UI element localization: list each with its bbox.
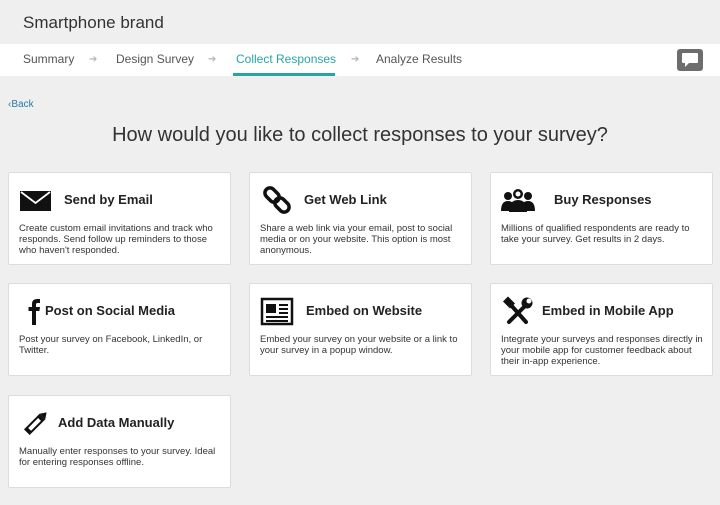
option-card-embed-in-mobile-app[interactable]: Embed in Mobile App Integrate your surve… [490, 283, 713, 376]
card-description: Embed your survey on your website or a l… [260, 334, 458, 356]
active-step-indicator [233, 73, 335, 76]
newspaper-icon [260, 297, 294, 326]
arrow-right-icon: ➔ [89, 54, 98, 65]
card-title: Get Web Link [304, 192, 387, 207]
option-card-post-on-social-media[interactable]: Post on Social Media Post your survey on… [8, 283, 231, 376]
card-description: Manually enter responses to your survey.… [19, 446, 216, 468]
option-card-buy-responses[interactable]: Buy Responses Millions of qualified resp… [490, 172, 713, 265]
nav-step-design-survey[interactable]: Design Survey [116, 52, 194, 66]
card-description: Post your survey on Facebook, LinkedIn, … [19, 334, 203, 356]
feedback-button[interactable] [677, 49, 703, 71]
envelope-icon [20, 191, 51, 211]
link-icon [263, 186, 291, 214]
card-description: Create custom email invitations and trac… [19, 223, 213, 256]
option-card-get-web-link[interactable]: Get Web Link Share a web link via your e… [249, 172, 472, 265]
option-card-add-data-manually[interactable]: Add Data Manually Manually enter respons… [8, 395, 231, 488]
arrow-right-icon: ➔ [208, 54, 217, 65]
card-title: Embed in Mobile App [542, 303, 674, 318]
back-link[interactable]: ‹Back [8, 99, 34, 110]
card-description: Integrate your surveys and responses dir… [501, 334, 703, 367]
people-icon [501, 189, 535, 212]
brand-title: Smartphone brand [23, 13, 164, 32]
card-title: Embed on Website [306, 303, 423, 318]
step-navigation: Summary ➔ Design Survey ➔ Collect Respon… [0, 44, 720, 76]
nav-step-collect-responses[interactable]: Collect Responses [236, 52, 336, 66]
card-title: Post on Social Media [45, 303, 176, 318]
top-bar: Smartphone brand [0, 0, 720, 44]
chat-bubble-icon [682, 53, 698, 67]
pencil-icon [23, 412, 47, 436]
nav-step-summary[interactable]: Summary [23, 52, 74, 66]
card-description: Millions of qualified respondents are re… [501, 223, 690, 245]
tools-icon [502, 296, 533, 324]
back-label: Back [11, 99, 34, 110]
card-title: Send by Email [64, 192, 153, 207]
arrow-right-icon: ➔ [351, 54, 360, 65]
card-title: Buy Responses [554, 192, 652, 207]
card-description: Share a web link via your email, post to… [260, 223, 453, 256]
page-title: How would you like to collect responses … [112, 124, 608, 146]
option-card-send-by-email[interactable]: Send by Email Create custom email invita… [8, 172, 231, 265]
option-card-embed-on-website[interactable]: Embed on Website Embed your survey on yo… [249, 283, 472, 376]
card-title: Add Data Manually [58, 415, 175, 430]
nav-step-analyze-results[interactable]: Analyze Results [376, 52, 462, 66]
